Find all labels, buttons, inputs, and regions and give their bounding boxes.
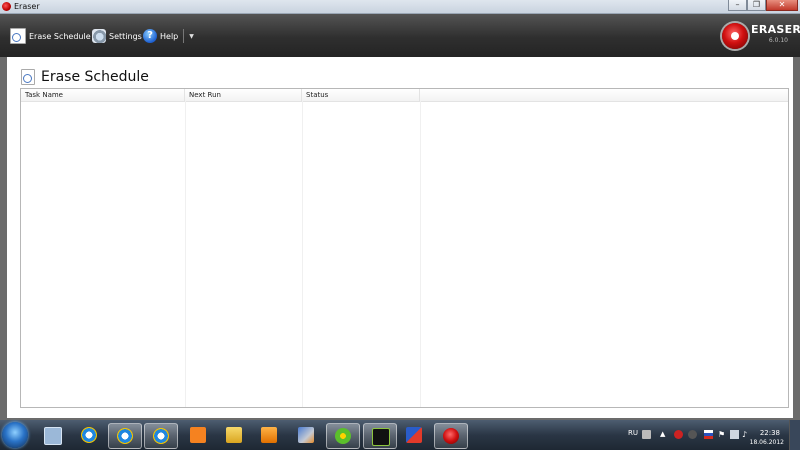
system-tray: RU ▲ ⚑ ♪ 22:38 18.06.2012 <box>620 420 800 450</box>
eraser-app-icon <box>2 2 11 11</box>
separator <box>183 29 185 43</box>
eraser-tray-icon[interactable] <box>674 430 683 439</box>
settings-label: Settings <box>109 31 142 41</box>
taskbar-app-icq[interactable] <box>326 423 360 449</box>
brand-logo: ERASER 6.0.10 <box>722 20 800 56</box>
russian-flag-icon[interactable] <box>704 430 713 439</box>
installer-icon <box>298 427 314 443</box>
window-title: Eraser <box>14 2 40 11</box>
schedule-document-icon <box>10 28 26 44</box>
help-icon: ? <box>143 29 157 43</box>
clock-time[interactable]: 22:38 <box>760 429 780 437</box>
brand-version: 6.0.10 <box>768 37 788 44</box>
brand-name: ERASER <box>751 23 800 36</box>
column-header-next-run[interactable]: Next Run <box>185 89 302 101</box>
taskbar-app-media-player[interactable] <box>253 423 285 447</box>
app-launcher-icon <box>406 427 422 443</box>
taskbar: RU ▲ ⚑ ♪ 22:38 18.06.2012 <box>0 420 800 450</box>
close-button[interactable]: ✕ <box>766 0 798 11</box>
chevron-down-icon[interactable]: ▼ <box>189 33 194 40</box>
show-desktop-button[interactable] <box>789 420 800 450</box>
column-header-task-name[interactable]: Task Name <box>21 89 185 101</box>
action-center-flag-icon[interactable]: ⚑ <box>718 430 727 439</box>
asrock-icon <box>372 428 390 446</box>
taskbar-app-file-explorer[interactable] <box>218 423 250 447</box>
internet-explorer-icon <box>117 428 133 444</box>
erase-schedule-label: Erase Schedule <box>29 31 91 41</box>
task-list[interactable]: Task Name Next Run Status <box>20 88 789 408</box>
folder-icon <box>226 427 242 443</box>
taskbar-app-ie[interactable] <box>73 423 105 447</box>
taskbar-app-explorer[interactable] <box>36 423 68 447</box>
taskbar-app-ie[interactable] <box>108 423 142 449</box>
minimize-button[interactable]: – <box>728 0 747 11</box>
taskbar-app-asrock[interactable] <box>363 423 397 449</box>
window-controls: – ❐ ✕ <box>728 0 798 11</box>
volume-icon[interactable]: ♪ <box>742 430 751 439</box>
column-divider <box>302 101 303 407</box>
title-bar: Eraser – ❐ ✕ <box>0 0 800 14</box>
toolbar: Erase Schedule ▼ Settings ? Help ▼ ERASE… <box>0 14 800 57</box>
main-panel: Erase Schedule Task Name Next Run Status <box>7 57 793 418</box>
clock-date[interactable]: 18.06.2012 <box>750 439 784 446</box>
media-player-icon <box>261 427 277 443</box>
icq-flower-icon <box>335 428 351 444</box>
column-divider <box>420 101 421 407</box>
start-button[interactable] <box>2 422 28 448</box>
show-hidden-icons-icon[interactable]: ▲ <box>660 430 669 439</box>
page-title: Erase Schedule <box>21 69 149 85</box>
settings-icon <box>92 29 106 43</box>
column-divider <box>185 101 186 407</box>
table-header: Task Name Next Run Status <box>21 89 788 102</box>
network-icon[interactable] <box>730 430 739 439</box>
help-label: Help <box>160 31 179 41</box>
eraser-logo-icon <box>722 23 748 49</box>
taskbar-app-odnoklassniki[interactable] <box>182 423 214 447</box>
internet-explorer-icon <box>81 427 97 443</box>
schedule-document-icon <box>21 69 35 85</box>
maximize-button[interactable]: ❐ <box>747 0 766 11</box>
internet-explorer-icon <box>153 428 169 444</box>
eraser-icon <box>443 428 459 444</box>
taskbar-app-installer[interactable] <box>290 423 322 447</box>
odnoklassniki-icon <box>190 427 206 443</box>
taskbar-app-ie[interactable] <box>144 423 178 449</box>
column-header-status[interactable]: Status <box>302 89 420 101</box>
taskbar-app-eraser[interactable] <box>434 423 468 449</box>
language-indicator[interactable]: RU <box>628 429 638 437</box>
help-button[interactable]: ? Help ▼ <box>143 28 194 44</box>
windows-explorer-icon <box>44 427 62 445</box>
settings-button[interactable]: Settings <box>92 28 142 44</box>
tray-app-icon[interactable] <box>688 430 697 439</box>
keyboard-icon[interactable] <box>642 430 651 439</box>
taskbar-app-launcher[interactable] <box>398 423 430 447</box>
page-title-text: Erase Schedule <box>41 69 149 85</box>
